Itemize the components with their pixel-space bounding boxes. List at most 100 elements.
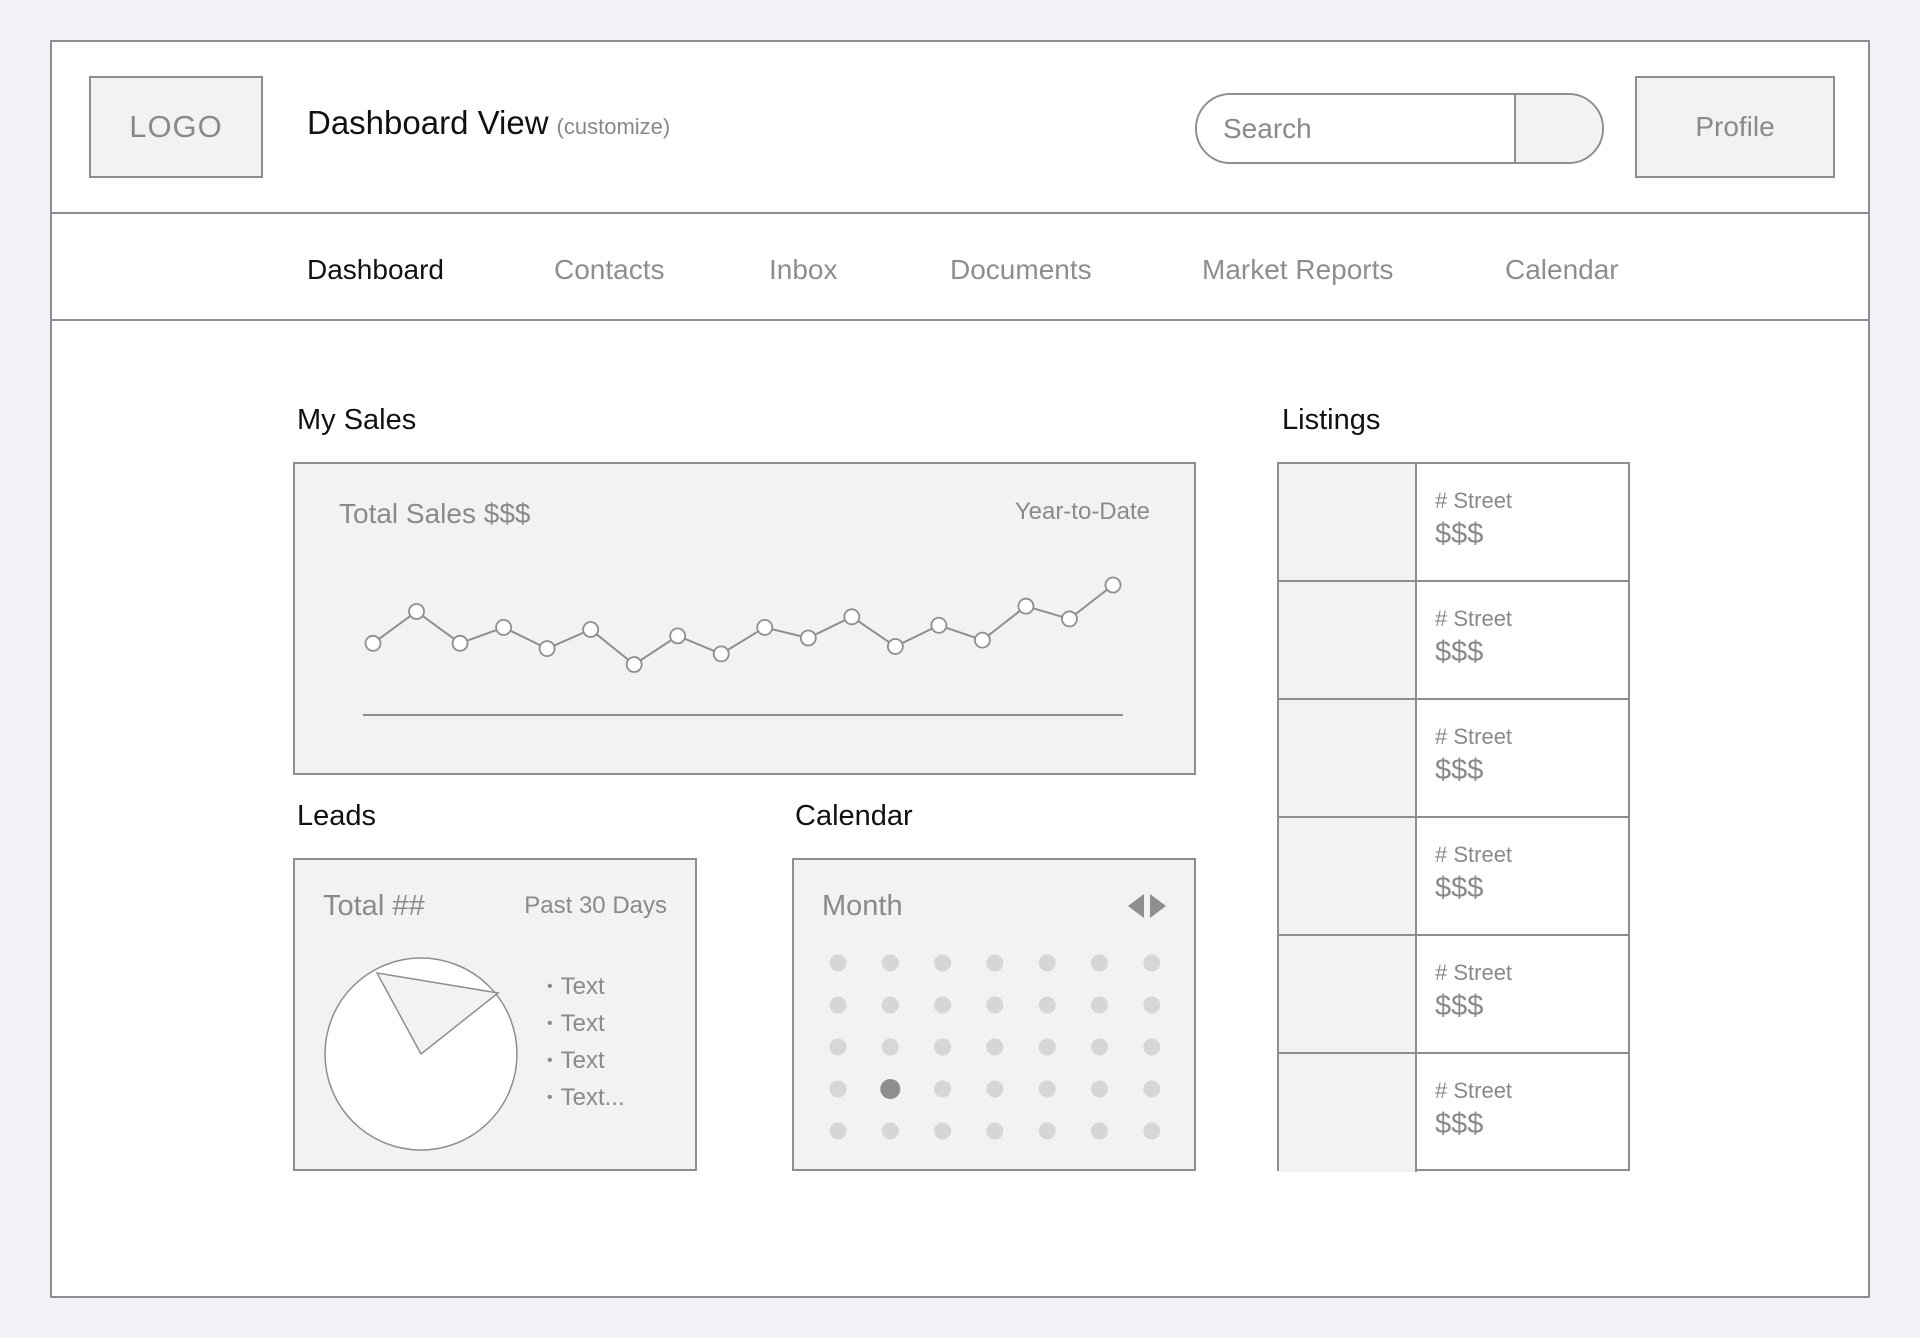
tab-market-reports[interactable]: Market Reports [1202,254,1393,286]
sales-chart-card[interactable]: Total Sales $$$ Year-to-Date [293,462,1196,775]
my-sales-heading: My Sales [297,404,417,436]
listing-item[interactable]: # Street $$$ [1279,464,1628,582]
sales-data-point [1104,576,1122,594]
page-title-text: Dashboard View [307,104,549,141]
calendar-day [934,1080,952,1098]
calendar-day [881,1122,899,1140]
leads-legend-item: Text [547,970,625,1007]
calendar-day [1038,1080,1056,1098]
tab-dashboard[interactable]: Dashboard [307,254,444,286]
tab-inbox[interactable]: Inbox [769,254,838,286]
listing-street: # Street [1435,488,1513,513]
tab-calendar[interactable]: Calendar [1505,254,1619,286]
calendar-day [1143,1080,1161,1098]
calendar-day [829,1122,847,1140]
search-input[interactable]: Search [1197,95,1514,162]
sales-data-point [974,631,991,649]
sales-series-line [372,584,1114,666]
search-bar: Search [1195,93,1604,164]
sales-data-point [712,645,730,663]
listing-item[interactable]: # Street $$$ [1279,818,1628,936]
sales-data-point [408,603,425,620]
tab-contacts[interactable]: Contacts [554,254,665,286]
calendar-day [829,996,847,1014]
calendar-day [1038,996,1056,1014]
calendar-day [1091,1080,1108,1098]
leads-heading: Leads [297,800,377,832]
sales-data-point [451,634,469,652]
leads-legend-item: Text [547,1044,625,1081]
calendar-day-selected [880,1079,901,1099]
calendar-day [1091,954,1108,972]
app-window: LOGO Dashboard View (customize) Search Pr… [50,40,1870,1298]
header-divider [52,212,1868,214]
logo[interactable]: LOGO [89,76,263,178]
calendar-day [986,1080,1004,1098]
listing-street: # Street [1435,842,1513,867]
leads-legend-item: Text [547,1007,625,1044]
tab-documents[interactable]: Documents [950,254,1092,286]
listings-heading: Listings [1282,404,1381,436]
calendar-day [1038,954,1056,972]
calendar-day [986,954,1004,972]
profile-button[interactable]: Profile [1635,76,1835,178]
listing-price: $$$ [1435,1108,1484,1140]
listing-item[interactable]: # Street $$$ [1279,582,1628,700]
search-button[interactable] [1514,95,1602,162]
calendar-day [829,1038,847,1056]
calendar-day [829,1080,847,1098]
calendar-day [881,1038,899,1056]
sales-data-point [756,618,774,636]
sales-data-point [930,616,948,634]
listing-item[interactable]: # Street $$$ [1279,936,1628,1054]
sales-line-chart [363,576,1123,716]
sales-data-point [538,640,556,658]
listing-thumbnail [1279,464,1417,580]
leads-card[interactable]: Total ## Past 30 Days Text Text Text Tex… [293,858,697,1171]
sales-data-point [799,629,817,647]
listing-info: # Street $$$ [1417,700,1512,816]
nav-divider [52,319,1868,321]
leads-legend: Text Text Text Text... [547,970,625,1118]
listing-item[interactable]: # Street $$$ [1279,700,1628,818]
calendar-day [1143,1122,1161,1140]
sales-data-point [582,621,600,638]
listing-price: $$$ [1435,872,1484,904]
calendar-day [1038,1038,1056,1056]
calendar-heading: Calendar [795,800,913,832]
listing-street: # Street [1435,960,1513,985]
customize-link[interactable]: (customize) [557,114,671,139]
calendar-day [1143,1038,1161,1056]
sales-data-point [364,634,382,652]
calendar-day [1143,996,1161,1014]
listings-panel: # Street $$$ # Street $$$ # Street $$$ # Stree… [1277,462,1630,1172]
listing-thumbnail [1279,818,1417,934]
calendar-day [934,1122,952,1140]
sales-data-point [886,638,904,655]
sales-data-point [625,656,643,673]
listing-info: # Street $$$ [1417,936,1512,1052]
listing-thumbnail [1279,936,1417,1052]
listing-thumbnail [1279,1054,1417,1172]
calendar-day [986,996,1004,1014]
listing-street: # Street [1435,606,1513,631]
listing-info: # Street $$$ [1417,1054,1512,1172]
calendar-day [934,1038,952,1056]
listing-thumbnail [1279,582,1417,698]
calendar-day [829,954,847,972]
calendar-day [1091,1038,1108,1056]
listing-info: # Street $$$ [1417,582,1512,698]
calendar-day [934,954,952,972]
calendar-day [986,1122,1004,1140]
listing-price: $$$ [1435,518,1484,550]
listing-item[interactable]: # Street $$$ [1279,1054,1628,1172]
leads-legend-item: Text... [547,1081,625,1118]
listing-info: # Street $$$ [1417,464,1512,580]
calendar-day [1038,1122,1056,1140]
listing-price: $$$ [1435,754,1484,786]
calendar-day [881,954,899,972]
listing-info: # Street $$$ [1417,818,1512,934]
listing-street: # Street [1435,724,1513,749]
calendar-day [1143,954,1161,972]
sales-data-point [843,608,861,626]
